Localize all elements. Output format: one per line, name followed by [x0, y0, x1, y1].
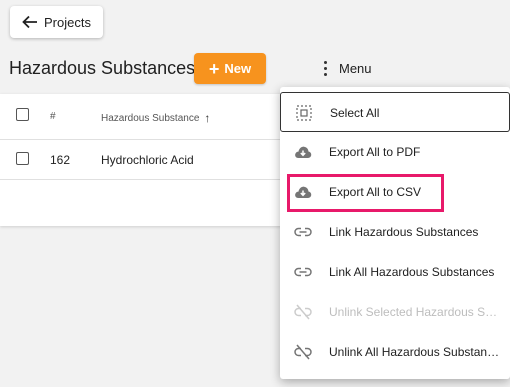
menu-item-label: Select All — [330, 106, 380, 120]
menu-item-link-substances[interactable]: Link Hazardous Substances — [280, 212, 510, 252]
row-checkbox[interactable] — [16, 152, 29, 165]
row-number: 162 — [50, 153, 71, 167]
menu-item-label: Unlink All Hazardous Substanc... — [329, 345, 503, 359]
substances-table: # Hazardous Substance ↑ 162 Hydrochloric… — [0, 94, 300, 226]
menu-item-export-pdf[interactable]: Export All to PDF — [280, 132, 510, 172]
unlink-icon — [294, 343, 312, 361]
column-header-substance-label: Hazardous Substance — [101, 112, 200, 124]
menu-item-label: Unlink Selected Hazardous Sub... — [329, 305, 503, 319]
menu-item-select-all[interactable]: Select All — [280, 92, 510, 132]
page-title: Hazardous Substances — [9, 58, 196, 78]
cloud-download-icon — [294, 183, 312, 201]
menu-button-label: Menu — [339, 60, 372, 76]
back-to-projects-button[interactable]: Projects — [10, 6, 103, 38]
table-row[interactable]: 162 Hydrochloric Acid — [0, 140, 300, 180]
back-button-label: Projects — [44, 14, 91, 30]
menu-button[interactable]: Menu — [317, 56, 372, 80]
new-button[interactable]: + New — [194, 53, 266, 84]
link-icon — [294, 263, 312, 281]
menu-item-unlink-all[interactable]: Unlink All Hazardous Substanc... — [280, 332, 510, 372]
more-vert-icon — [317, 58, 333, 78]
menu-item-label: Export All to CSV — [329, 185, 422, 199]
select-all-checkbox[interactable] — [16, 108, 29, 121]
actions-menu: Select All Export All to PDF Export All … — [280, 87, 510, 379]
table-header: # Hazardous Substance ↑ — [0, 94, 300, 140]
menu-item-unlink-selected[interactable]: Unlink Selected Hazardous Sub... — [280, 292, 510, 332]
menu-item-label: Link Hazardous Substances — [329, 225, 479, 239]
menu-item-label: Link All Hazardous Substances — [329, 265, 495, 279]
row-substance-name: Hydrochloric Acid — [101, 153, 194, 167]
column-header-number[interactable]: # — [50, 111, 56, 122]
plus-icon: + — [208, 58, 220, 79]
menu-item-export-csv[interactable]: Export All to CSV — [280, 172, 510, 212]
arrow-left-icon — [22, 15, 37, 29]
menu-item-label: Export All to PDF — [329, 145, 421, 159]
select-all-icon — [295, 104, 313, 122]
menu-item-link-all-substances[interactable]: Link All Hazardous Substances — [280, 252, 510, 292]
new-button-label: New — [224, 61, 252, 76]
sort-ascending-icon: ↑ — [204, 111, 211, 125]
column-header-substance[interactable]: Hazardous Substance ↑ — [101, 111, 210, 125]
link-icon — [294, 223, 312, 241]
unlink-icon — [294, 303, 312, 321]
cloud-download-icon — [294, 143, 312, 161]
